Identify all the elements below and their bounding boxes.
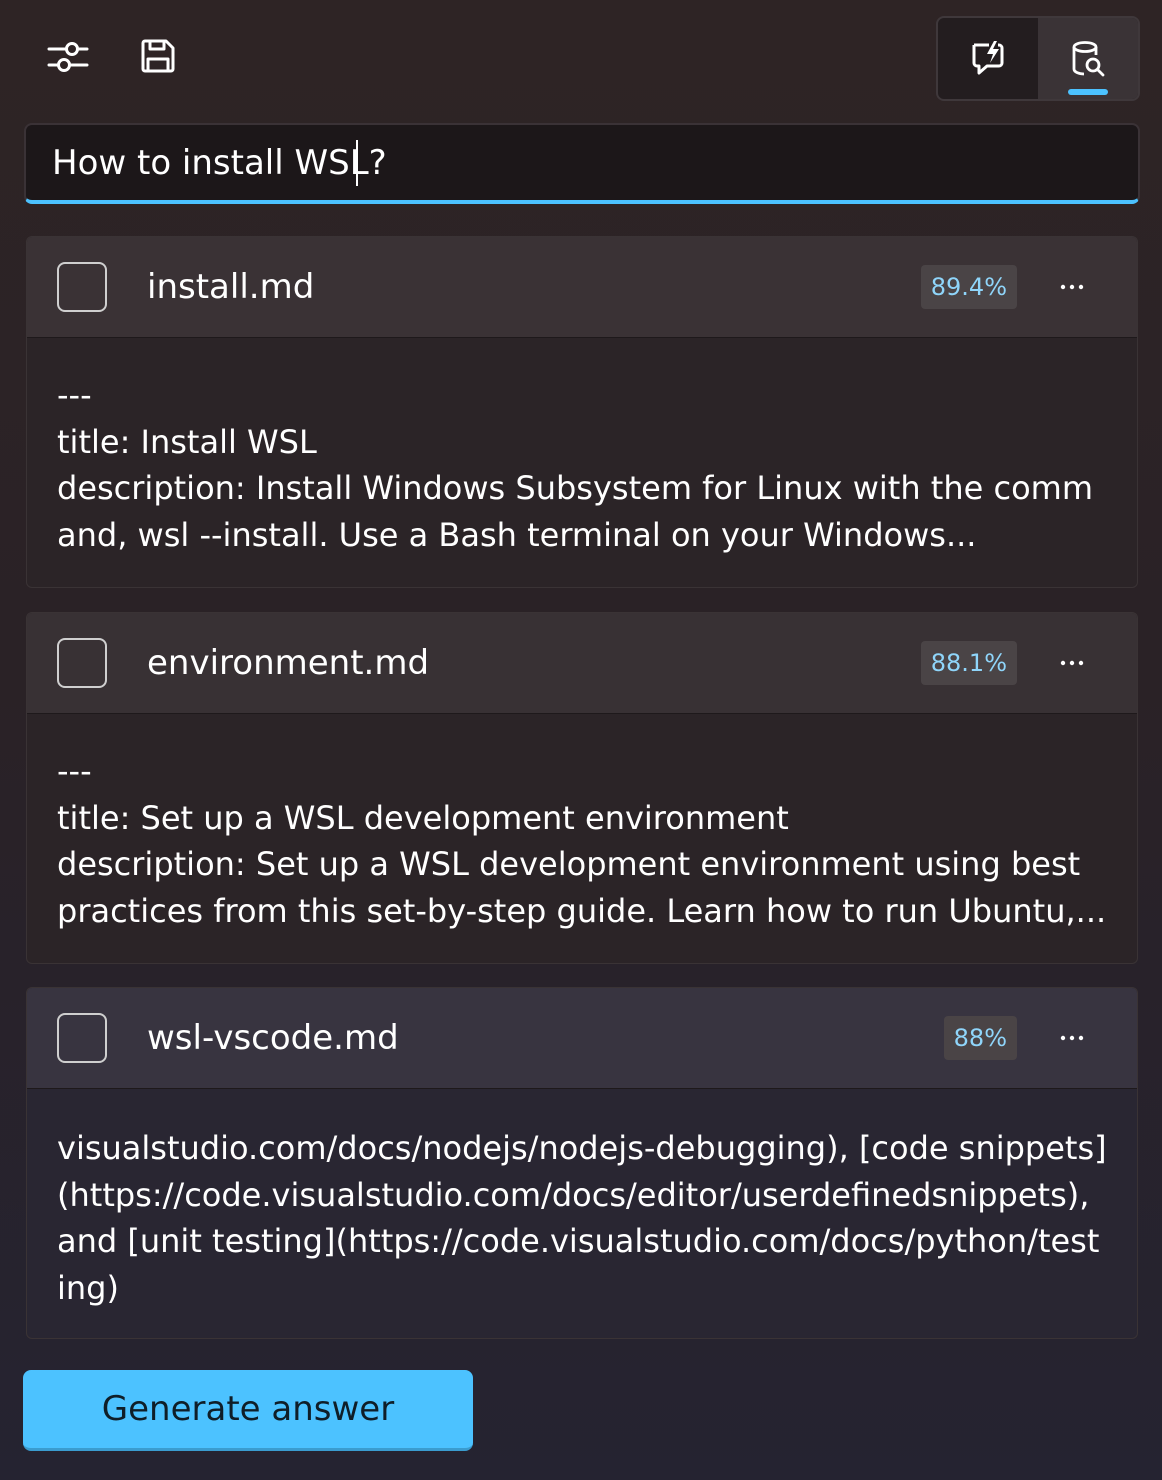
mode-toggle: [936, 16, 1140, 101]
sliders-icon: [47, 42, 89, 72]
search-mode-button[interactable]: [1038, 18, 1138, 99]
result-snippet: --- title: Install WSL description: Inst…: [57, 376, 1093, 554]
search-box: [24, 123, 1140, 204]
selected-indicator: [1068, 89, 1108, 95]
save-icon: [141, 39, 175, 73]
search-input[interactable]: [52, 143, 1092, 183]
result-file-name: install.md: [147, 267, 315, 307]
text-caret: [356, 140, 358, 186]
save-button[interactable]: [134, 32, 182, 80]
result-checkbox[interactable]: [57, 638, 107, 688]
more-icon: [1060, 284, 1084, 290]
result-card: install.md 89.4% --- title: Install WSL …: [26, 236, 1138, 588]
more-options-button[interactable]: [1047, 1018, 1097, 1058]
chat-mode-button[interactable]: [938, 18, 1038, 99]
result-checkbox[interactable]: [57, 262, 107, 312]
result-card-header: environment.md 88.1%: [27, 613, 1137, 714]
more-icon: [1060, 1035, 1084, 1041]
result-card-header: install.md 89.4%: [27, 237, 1137, 338]
result-file-name: wsl-vscode.md: [147, 1018, 399, 1058]
result-checkbox[interactable]: [57, 1013, 107, 1063]
more-options-button[interactable]: [1047, 267, 1097, 307]
relevance-score-badge: 88%: [943, 1016, 1017, 1060]
result-card: environment.md 88.1% --- title: Set up a…: [26, 612, 1138, 964]
relevance-score-badge: 88.1%: [920, 641, 1017, 685]
generate-answer-button[interactable]: Generate answer: [23, 1370, 473, 1451]
more-icon: [1060, 660, 1084, 666]
filters-button[interactable]: [44, 32, 92, 80]
result-card-header: wsl-vscode.md 88%: [27, 988, 1137, 1089]
more-options-button[interactable]: [1047, 643, 1097, 683]
result-snippet: --- title: Set up a WSL development envi…: [57, 752, 1107, 930]
result-file-name: environment.md: [147, 643, 430, 683]
result-card: wsl-vscode.md 88% visualstudio.com/docs/…: [26, 987, 1138, 1339]
result-snippet: visualstudio.com/docs/nodejs/nodejs-debu…: [57, 1129, 1107, 1307]
chat-lightning-icon: [972, 40, 1004, 74]
database-search-icon: [1072, 40, 1105, 76]
relevance-score-badge: 89.4%: [920, 265, 1017, 309]
